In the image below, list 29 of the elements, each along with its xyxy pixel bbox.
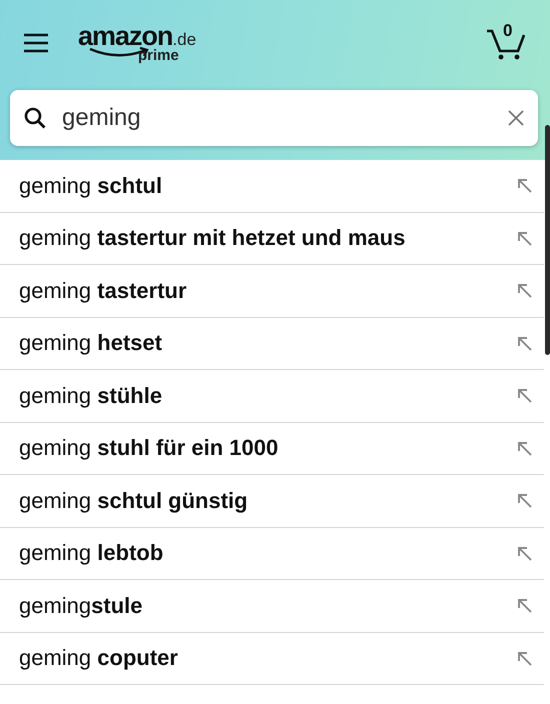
suggestion-item[interactable]: geming hetset: [0, 318, 544, 370]
arrow-icon[interactable]: [517, 493, 532, 508]
suggestion-item[interactable]: geming schtul: [0, 160, 544, 212]
arrow-icon[interactable]: [517, 230, 532, 246]
suggestion-item[interactable]: geming coputer: [0, 632, 544, 685]
suggestion-item[interactable]: gemingstule: [0, 580, 544, 632]
arrow-icon[interactable]: [517, 546, 532, 561]
suggestion-item[interactable]: geming tastertur mit hetzet und maus: [0, 212, 544, 265]
suggestion-item[interactable]: geming stuhl für ein 1000: [0, 422, 544, 475]
arrow-icon[interactable]: [517, 598, 532, 614]
arrow-icon[interactable]: [517, 283, 532, 298]
arrow-icon[interactable]: [517, 440, 532, 456]
cart-count: 0: [503, 21, 512, 41]
logo-brand: amazon: [78, 23, 173, 50]
close-icon[interactable]: [508, 110, 524, 126]
search-bar[interactable]: geming: [10, 90, 538, 146]
arrow-icon[interactable]: [517, 388, 532, 404]
suggestion-item[interactable]: geming schtul günstig: [0, 475, 544, 528]
search-icon: [24, 107, 46, 129]
suggestion-item[interactable]: geming stühle: [0, 370, 544, 422]
arrow-icon[interactable]: [517, 336, 532, 351]
search-field[interactable]: geming: [60, 103, 494, 133]
arrow-icon[interactable]: [517, 650, 532, 666]
logo-domain: .de: [172, 31, 196, 48]
logo-subtitle: prime: [138, 48, 180, 63]
suggestion-item[interactable]: geming tastertur: [0, 265, 544, 318]
suggestion-item[interactable]: geming lebtob: [0, 528, 544, 580]
menu-icon[interactable]: [24, 33, 48, 53]
arrow-icon[interactable]: [517, 178, 532, 194]
